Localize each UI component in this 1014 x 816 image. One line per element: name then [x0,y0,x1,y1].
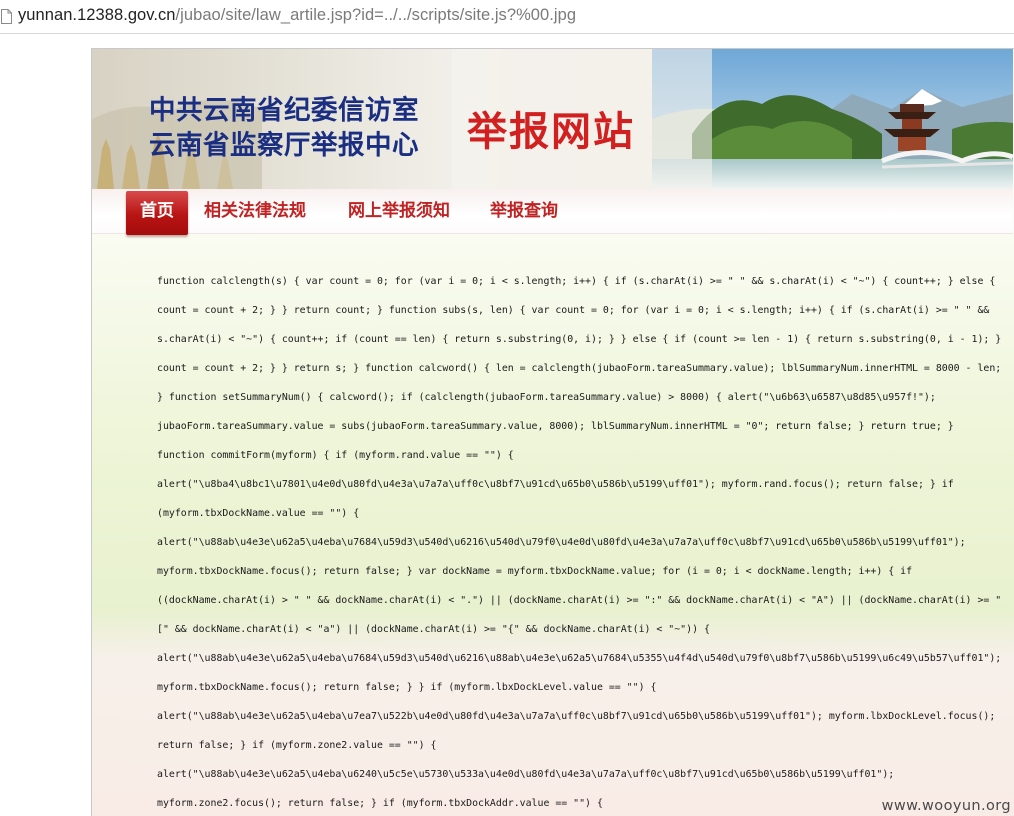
code-line: alert("\u88ab\u4e3e\u62a5\u4eba\u7684\u5… [157,653,1002,664]
code-line: count = count + 2; } } return count; } f… [157,305,990,316]
address-bar[interactable]: yunnan.12388.gov.cn/jubao/site/law_artil… [0,0,1014,34]
script-source: function calclength(s) { var count = 0; … [157,267,1009,816]
site-frame: 中共云南省纪委信访室 云南省监察厅举报中心 举报网站 首页 相关法律法规 网上举… [91,48,1014,816]
nav-item-laws[interactable]: 相关法律法规 [204,189,306,233]
url-path: /jubao/site/law_artile.jsp?id=../../scri… [175,6,577,24]
url-host: yunnan.12388.gov.cn [18,6,176,24]
code-line: alert("\u88ab\u4e3e\u62a5\u4eba\u7ea7\u5… [157,711,996,722]
code-line: (myform.tbxDockName.value == "") { [157,508,360,519]
code-line: function commitForm(myform) { if (myform… [157,450,514,461]
code-line: jubaoForm.tareaSummary.value = subs(juba… [157,421,954,432]
code-line: [" && dockName.charAt(i) < "a") || (dock… [157,624,710,635]
code-line: ((dockName.charAt(i) > " " && dockName.c… [157,595,1002,606]
code-line: alert("\u88ab\u4e3e\u62a5\u4eba\u6240\u5… [157,769,895,780]
code-line: function calclength(s) { var count = 0; … [157,276,996,287]
main-nav: 首页 相关法律法规 网上举报须知 举报查询 [92,189,1013,235]
document-icon [1,9,12,24]
banner-title-line-2: 云南省监察厅举报中心 [149,130,419,161]
banner-title-line-1: 中共云南省纪委信访室 [149,95,419,126]
site-banner: 中共云南省纪委信访室 云南省监察厅举报中心 举报网站 [92,49,1013,189]
code-line: myform.tbxDockName.focus(); return false… [157,682,657,693]
nav-item-home[interactable]: 首页 [126,191,188,235]
nav-item-notice[interactable]: 网上举报须知 [348,189,450,233]
watermark: www.wooyun.org [881,798,1011,814]
code-line: alert("\u88ab\u4e3e\u62a5\u4eba\u7684\u5… [157,537,966,548]
code-line: } function setSummaryNum() { calcword();… [157,392,936,403]
code-line: count = count + 2; } } return s; } funct… [157,363,1002,374]
code-line: return false; } if (myform.zone2.value =… [157,740,437,751]
banner-site-name: 举报网站 [467,108,635,155]
code-line: s.charAt(i) < "~") { count++; if (count … [157,334,1002,345]
url-text[interactable]: yunnan.12388.gov.cn/jubao/site/law_artil… [18,6,576,25]
code-line: alert("\u8ba4\u8bc1\u7801\u4e0d\u80fd\u4… [157,479,954,490]
nav-item-query[interactable]: 举报查询 [490,189,558,233]
code-line: myform.tbxDockName.focus(); return false… [157,566,913,577]
